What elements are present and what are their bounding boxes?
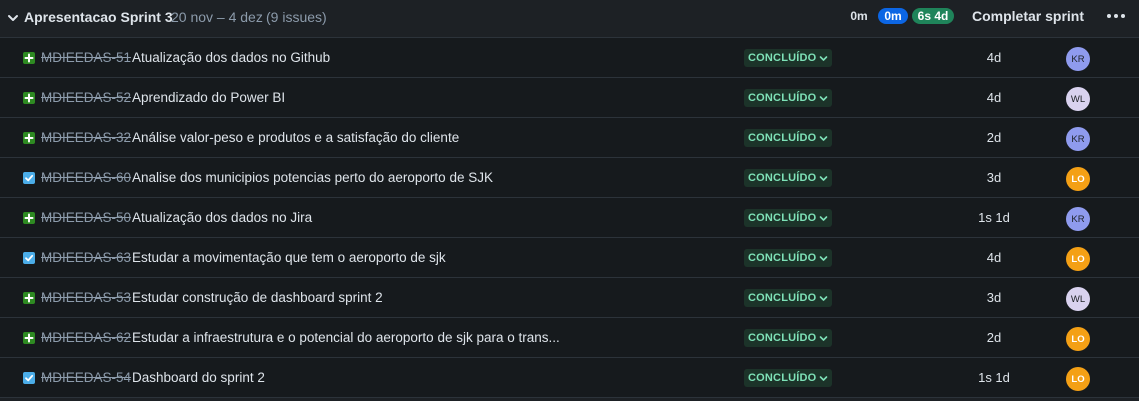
status-label: CONCLUÍDO bbox=[748, 52, 817, 64]
assignee-avatar[interactable]: KR bbox=[1066, 207, 1090, 231]
issue-summary[interactable]: Estudar construção de dashboard sprint 2 bbox=[132, 290, 383, 305]
issue-row[interactable]: MDIEEDAS-52 Aprendizado do Power BI CONCLU… bbox=[0, 78, 1139, 118]
story-estimate[interactable]: 2d bbox=[966, 330, 1022, 345]
issue-summary[interactable]: Aprendizado do Power BI bbox=[132, 90, 285, 105]
issue-row[interactable]: MDIEEDAS-50 Atualização dos dados no Jira… bbox=[0, 198, 1139, 238]
story-type-icon bbox=[23, 332, 35, 344]
status-dropdown[interactable]: CONCLUÍDO bbox=[744, 289, 833, 307]
issue-row[interactable]: MDIEEDAS-32 Análise valor-peso e produtos… bbox=[0, 118, 1139, 158]
status-label: CONCLUÍDO bbox=[748, 332, 817, 344]
story-estimate[interactable]: 4d bbox=[966, 90, 1022, 105]
issue-row[interactable]: MDIEEDAS-63 Estudar a movimentação que te… bbox=[0, 238, 1139, 278]
issue-row[interactable]: MDIEEDAS-62 Estudar a infraestrutura e o … bbox=[0, 318, 1139, 358]
task-type-icon bbox=[23, 252, 35, 264]
issue-row[interactable]: MDIEEDAS-53 Estudar construção de dashboa… bbox=[0, 278, 1139, 318]
complete-sprint-button[interactable]: Completar sprint bbox=[966, 3, 1090, 29]
issue-key[interactable]: MDIEEDAS-50 bbox=[41, 210, 131, 225]
status-dropdown[interactable]: CONCLUÍDO bbox=[744, 369, 833, 387]
issue-list: MDIEEDAS-51 Atualização dos dados no Gith… bbox=[0, 38, 1139, 398]
status-dropdown[interactable]: CONCLUÍDO bbox=[744, 49, 833, 67]
story-estimate[interactable]: 4d bbox=[966, 50, 1022, 65]
story-type-icon bbox=[23, 132, 35, 144]
issue-row[interactable]: MDIEEDAS-54 Dashboard do sprint 2 CONCLUÍD… bbox=[0, 358, 1139, 398]
issue-key[interactable]: MDIEEDAS-32 bbox=[41, 130, 131, 145]
chevron-down-icon bbox=[820, 175, 828, 181]
status-label: CONCLUÍDO bbox=[748, 212, 817, 224]
issue-key[interactable]: MDIEEDAS-52 bbox=[41, 90, 131, 105]
story-type-icon bbox=[23, 52, 35, 64]
status-dropdown[interactable]: CONCLUÍDO bbox=[744, 209, 833, 227]
status-label: CONCLUÍDO bbox=[748, 92, 817, 104]
assignee-avatar[interactable]: LO bbox=[1066, 327, 1090, 351]
assignee-avatar[interactable]: WL bbox=[1066, 287, 1090, 311]
chevron-down-icon[interactable] bbox=[7, 12, 19, 24]
issue-summary[interactable]: Atualização dos dados no Jira bbox=[132, 210, 312, 225]
assignee-avatar[interactable]: WL bbox=[1066, 87, 1090, 111]
more-horizontal-icon bbox=[1107, 14, 1125, 18]
story-type-icon bbox=[23, 92, 35, 104]
issue-key[interactable]: MDIEEDAS-51 bbox=[41, 50, 131, 65]
status-label: CONCLUÍDO bbox=[748, 252, 817, 264]
sprint-panel: Apresentacao Sprint 3 20 nov – 4 dez (9 … bbox=[0, 0, 1139, 401]
story-type-icon bbox=[23, 212, 35, 224]
status-dropdown[interactable]: CONCLUÍDO bbox=[744, 249, 833, 267]
story-estimate[interactable]: 2d bbox=[966, 130, 1022, 145]
issue-summary[interactable]: Estudar a movimentação que tem o aeropor… bbox=[132, 250, 446, 265]
chevron-down-icon bbox=[820, 335, 828, 341]
issue-key[interactable]: MDIEEDAS-60 bbox=[41, 170, 131, 185]
chevron-down-icon bbox=[820, 255, 828, 261]
story-type-icon bbox=[23, 292, 35, 304]
status-dropdown[interactable]: CONCLUÍDO bbox=[744, 169, 833, 187]
issue-summary[interactable]: Análise valor-peso e produtos e a satisf… bbox=[132, 130, 459, 145]
issue-row[interactable]: MDIEEDAS-60 Analise dos municipios potenc… bbox=[0, 158, 1139, 198]
assignee-avatar[interactable]: LO bbox=[1066, 367, 1090, 391]
issue-count: (9 issues) bbox=[266, 9, 327, 25]
issue-key[interactable]: MDIEEDAS-63 bbox=[41, 250, 131, 265]
assignee-avatar[interactable]: LO bbox=[1066, 247, 1090, 271]
issue-key[interactable]: MDIEEDAS-53 bbox=[41, 290, 131, 305]
issue-key[interactable]: MDIEEDAS-54 bbox=[41, 370, 131, 385]
chevron-down-icon bbox=[820, 375, 828, 381]
todo-estimate-badge: 0m bbox=[850, 9, 868, 23]
sprint-header[interactable]: Apresentacao Sprint 3 20 nov – 4 dez (9 … bbox=[0, 0, 1139, 38]
sprint-title: Apresentacao Sprint 3 bbox=[24, 9, 173, 25]
status-label: CONCLUÍDO bbox=[748, 372, 817, 384]
story-estimate[interactable]: 3d bbox=[966, 170, 1022, 185]
issue-summary[interactable]: Dashboard do sprint 2 bbox=[132, 370, 265, 385]
assignee-avatar[interactable]: LO bbox=[1066, 167, 1090, 191]
status-label: CONCLUÍDO bbox=[748, 172, 817, 184]
issue-key[interactable]: MDIEEDAS-62 bbox=[41, 330, 131, 345]
sprint-dates: 20 nov – 4 dez bbox=[171, 9, 263, 25]
assignee-avatar[interactable]: KR bbox=[1066, 47, 1090, 71]
story-estimate[interactable]: 3d bbox=[966, 290, 1022, 305]
status-label: CONCLUÍDO bbox=[748, 132, 817, 144]
status-label: CONCLUÍDO bbox=[748, 292, 817, 304]
status-dropdown[interactable]: CONCLUÍDO bbox=[744, 89, 833, 107]
status-dropdown[interactable]: CONCLUÍDO bbox=[744, 129, 833, 147]
chevron-down-icon bbox=[820, 55, 828, 61]
chevron-down-icon bbox=[820, 135, 828, 141]
done-estimate-badge: 6s 4d bbox=[912, 8, 954, 24]
issue-summary[interactable]: Estudar a infraestrutura e o potencial d… bbox=[132, 330, 560, 345]
assignee-avatar[interactable]: KR bbox=[1066, 127, 1090, 151]
in-progress-estimate-badge: 0m bbox=[878, 8, 908, 24]
more-actions-button[interactable] bbox=[1101, 5, 1131, 27]
issue-row[interactable]: MDIEEDAS-51 Atualização dos dados no Gith… bbox=[0, 38, 1139, 78]
story-estimate[interactable]: 1s 1d bbox=[966, 370, 1022, 385]
story-estimate[interactable]: 4d bbox=[966, 250, 1022, 265]
issue-summary[interactable]: Analise dos municipios potencias perto d… bbox=[132, 170, 493, 185]
task-type-icon bbox=[23, 172, 35, 184]
chevron-down-icon bbox=[820, 215, 828, 221]
chevron-down-icon bbox=[820, 295, 828, 301]
status-dropdown[interactable]: CONCLUÍDO bbox=[744, 329, 833, 347]
task-type-icon bbox=[23, 372, 35, 384]
story-estimate[interactable]: 1s 1d bbox=[966, 210, 1022, 225]
chevron-down-icon bbox=[820, 95, 828, 101]
issue-summary[interactable]: Atualização dos dados no Github bbox=[132, 50, 330, 65]
